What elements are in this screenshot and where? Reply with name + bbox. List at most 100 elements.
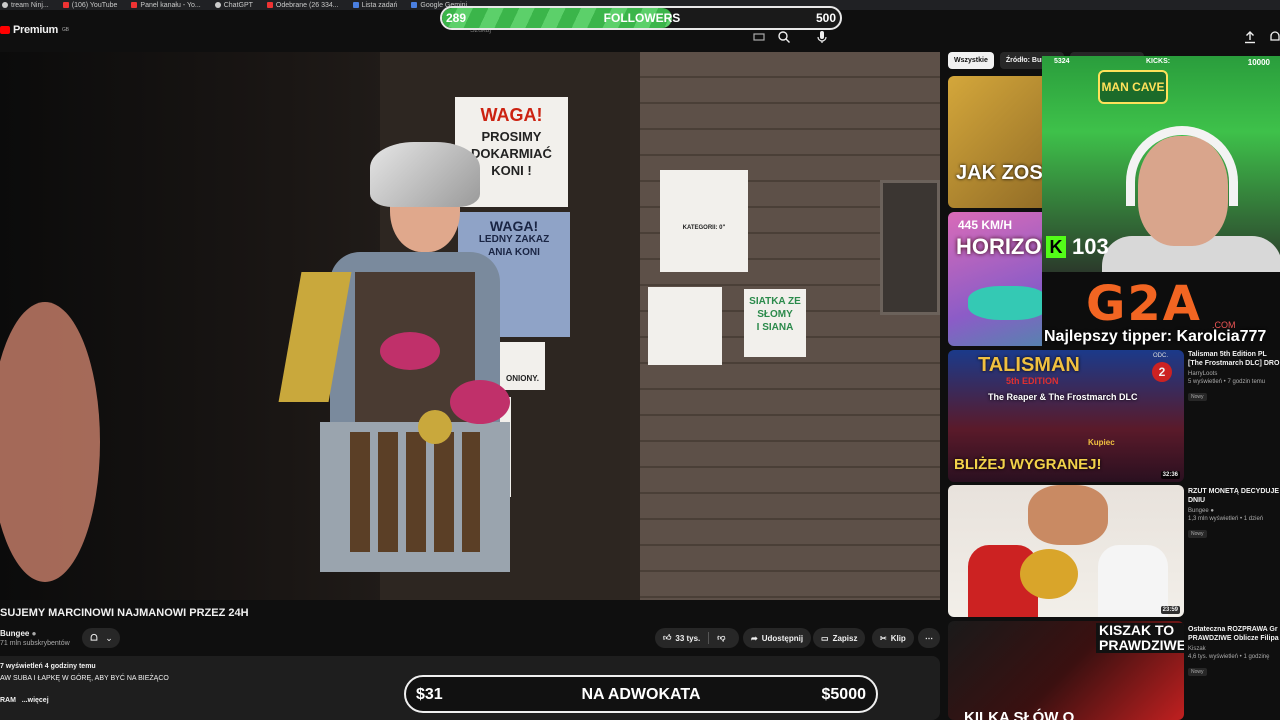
youtube-icon: [131, 2, 138, 8]
more-actions-button[interactable]: ⋯: [918, 628, 940, 648]
keyboard-icon[interactable]: [752, 30, 766, 44]
new-badge: Nowy: [1188, 530, 1207, 538]
tasks-icon: [352, 2, 359, 8]
donation-goal-bar: $31 NA ADWOKATA $5000: [404, 675, 878, 713]
channel-name-text: Bungee: [0, 629, 30, 638]
bookmark-label: (106) YouTube: [71, 1, 118, 9]
save-icon: ▭: [821, 633, 829, 643]
bookmark-2[interactable]: Panel kanału - Yo...: [131, 1, 201, 9]
video-duration: 32:36: [1160, 471, 1180, 479]
bookmark-1[interactable]: (106) YouTube: [62, 1, 118, 9]
kick-viewer-count: K 103: [1046, 234, 1109, 260]
video-thumbnail-2[interactable]: TALISMAN 5th EDITION ODC. 2 The Reaper &…: [948, 350, 1184, 482]
thumb-odc: ODC.: [1153, 353, 1168, 359]
divider: [708, 632, 710, 644]
microphone-icon[interactable]: [815, 30, 829, 44]
bookmark-label: Panel kanału - Yo...: [140, 1, 201, 9]
video-duration: 23:59: [1160, 606, 1180, 614]
notifications-icon[interactable]: [1268, 30, 1280, 44]
verified-icon: ●: [1210, 508, 1214, 514]
thumbs-up-icon: 👍︎: [663, 633, 672, 642]
save-button[interactable]: ▭ Zapisz: [813, 628, 866, 648]
youtube-icon: [62, 2, 69, 8]
followers-target: 500: [815, 11, 836, 25]
thumb-text: JAK ZOST: [956, 162, 1055, 184]
pink-cup-right: [450, 380, 510, 424]
screen: tream Ninj... (106) YouTube Panel kanału…: [0, 0, 1280, 720]
clip-label: Klip: [890, 633, 906, 643]
pink-cup-left: [380, 332, 440, 370]
kicks-label: KICKS:: [1146, 58, 1171, 65]
video-title: Ostateczna ROZPRAWA Gr PRAWDZIWE Oblicze…: [1188, 626, 1279, 642]
gemini-icon: [411, 2, 418, 8]
wall-vent: [880, 180, 940, 315]
subscriber-count: 71 mln subskrybentów: [0, 640, 70, 647]
show-more-link[interactable]: ...więcej: [22, 697, 49, 704]
bookmark-0[interactable]: tream Ninj...: [2, 2, 49, 9]
clip-button[interactable]: ✂ Klip: [872, 628, 914, 648]
more-icon: ⋯: [925, 633, 933, 643]
bell-icon: [90, 634, 98, 641]
new-badge: Nowy: [1188, 393, 1207, 401]
gmail-icon: [266, 2, 273, 8]
scissors-icon: ✂: [880, 633, 887, 643]
logo-text: Premium: [13, 24, 58, 36]
chevron-down-icon: ⌄: [105, 632, 113, 643]
top-tipper: Najlepszy tipper: Karolcia777: [1044, 328, 1267, 345]
youtube-premium-logo[interactable]: Premium GB: [0, 24, 69, 36]
bookmark-4[interactable]: Odebrane (26 334...: [266, 2, 339, 9]
thumb-text: KISZAK TO PRAWDZIWE: [1096, 623, 1184, 653]
gold-medal: [418, 410, 452, 444]
sign-kategoria: KATEGORII: 0": [660, 170, 748, 272]
kicks-left-count: 5324: [1054, 58, 1070, 65]
followers-current: 289: [446, 11, 467, 25]
donation-current: $31: [416, 686, 443, 703]
video-meta-2[interactable]: Talisman 5th Edition PL [The Frostmarch …: [1188, 350, 1280, 403]
video-thumbnail-3[interactable]: 23:59: [948, 485, 1184, 617]
video-thumbnail-4[interactable]: KISZAK TO PRAWDZIWE KILKA SŁÓW O: [948, 621, 1184, 720]
video-player[interactable]: WAGA! PROSIMY DOKARMIAĆ KONI ! WAGA! LED…: [0, 52, 940, 600]
person-straps: [350, 432, 480, 552]
video-views: 5 wyświetleń • 7 godzin temu: [1188, 379, 1266, 385]
youtube-logo-icon: [0, 26, 10, 34]
thumb-edition: 5th EDITION: [1006, 376, 1059, 386]
chip-all[interactable]: Wszystkie: [948, 52, 994, 69]
tattooed-arm: [0, 302, 100, 582]
thumb-episode: 2: [1152, 362, 1172, 382]
thumb-brand: TALISMAN: [978, 354, 1080, 376]
kick-logo-icon: K: [1046, 236, 1066, 258]
search-icon[interactable]: [777, 30, 791, 44]
followers-goal-bar: 289 FOLLOWERS 500: [440, 6, 842, 30]
bookmark-5[interactable]: Lista zadań: [352, 2, 397, 9]
channel-name[interactable]: Bungee ●: [0, 629, 36, 638]
kicks-max: 10000: [1247, 58, 1270, 67]
sign-siatka: SIATKA ZE SŁOMY I SIANA: [744, 289, 806, 357]
new-badge: Nowy: [1188, 668, 1207, 676]
kick-count-value: 103: [1072, 234, 1109, 259]
share-icon: ➦: [751, 633, 758, 643]
video-title: RZUT MONETĄ DECYDUJE DNIU: [1188, 488, 1280, 504]
share-button[interactable]: ➦ Udostępnij: [743, 628, 812, 648]
video-title: SUJEMY MARCINOWI NAJMANOWI PRZEZ 24H: [0, 607, 249, 619]
video-meta-4[interactable]: Ostateczna ROZPRAWA Gr PRAWDZIWE Oblicze…: [1188, 625, 1280, 678]
video-meta-3[interactable]: RZUT MONETĄ DECYDUJE DNIU Bungee ● 1,3 m…: [1188, 487, 1280, 540]
thumb-sub: 445 KM/H: [958, 218, 1013, 232]
upload-icon[interactable]: [1243, 30, 1257, 44]
page-icon: [2, 2, 8, 8]
donation-label: NA ADWOKATA: [581, 686, 701, 703]
man-cave-sign: MAN CAVE: [1098, 70, 1168, 104]
thumb-sub: KILKA SŁÓW O: [964, 709, 1075, 720]
headset: [1126, 126, 1238, 206]
gold-coin: [1020, 549, 1078, 599]
donation-target: $5000: [821, 686, 867, 703]
like-button[interactable]: 👍︎ 33 tys.: [663, 633, 700, 643]
subscription-bell-button[interactable]: ⌄: [82, 628, 120, 648]
thumb-muscle-man: [1028, 485, 1108, 545]
bookmark-3[interactable]: ChatGPT: [214, 2, 253, 9]
bookmark-label: tream Ninj...: [11, 1, 49, 9]
dislike-button[interactable]: 👎︎: [717, 633, 725, 643]
video-title: Talisman 5th Edition PL [The Frostmarch …: [1188, 351, 1280, 367]
video-channel: Kiszak: [1188, 646, 1206, 652]
description-more[interactable]: RAM ...więcej: [0, 697, 49, 704]
person-in-costume: [278, 142, 530, 600]
